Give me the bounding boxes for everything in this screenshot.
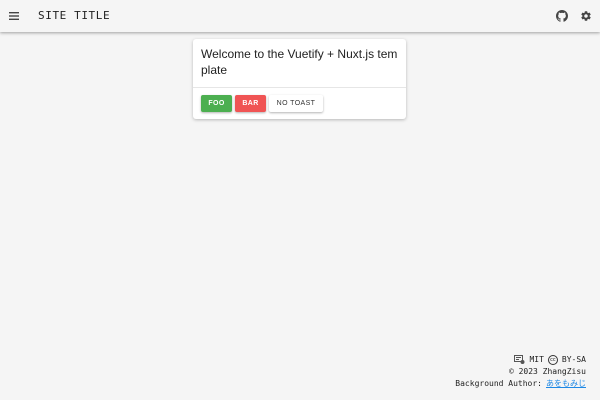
welcome-card: Welcome to the Vuetify + Nuxt.js templat… [193, 39, 406, 119]
card-title: Welcome to the Vuetify + Nuxt.js templat… [201, 47, 398, 77]
license-mit[interactable]: MIT [529, 354, 543, 366]
bar-button[interactable]: BAR [235, 95, 266, 112]
github-button[interactable] [555, 9, 569, 23]
background-author-link[interactable]: あをもみじ [546, 378, 586, 390]
no-toast-button[interactable]: NO TOAST [269, 95, 323, 112]
foo-button[interactable]: FOO [201, 95, 232, 112]
card-divider [193, 87, 406, 88]
app-bar: SITE TITLE [0, 0, 600, 32]
copyright-text: © 2023 ZhangZisu [508, 367, 586, 376]
github-icon [556, 10, 568, 22]
footer: MIT cc BY-SA © 2023 ZhangZisu Background… [455, 354, 586, 390]
site-title[interactable]: SITE TITLE [38, 9, 110, 22]
menu-icon [9, 12, 19, 20]
copyright-line: © 2023 ZhangZisu [455, 366, 586, 378]
license-cc[interactable]: BY-SA [562, 354, 586, 366]
background-author-line: Background Author: あをもみじ [455, 378, 586, 390]
background-author-label: Background Author: [455, 379, 542, 388]
gear-icon [581, 11, 591, 21]
license-line: MIT cc BY-SA [455, 354, 586, 366]
settings-button[interactable] [579, 9, 593, 23]
menu-button[interactable] [6, 8, 22, 24]
license-icon [514, 355, 525, 365]
creative-commons-icon: cc [547, 355, 558, 365]
